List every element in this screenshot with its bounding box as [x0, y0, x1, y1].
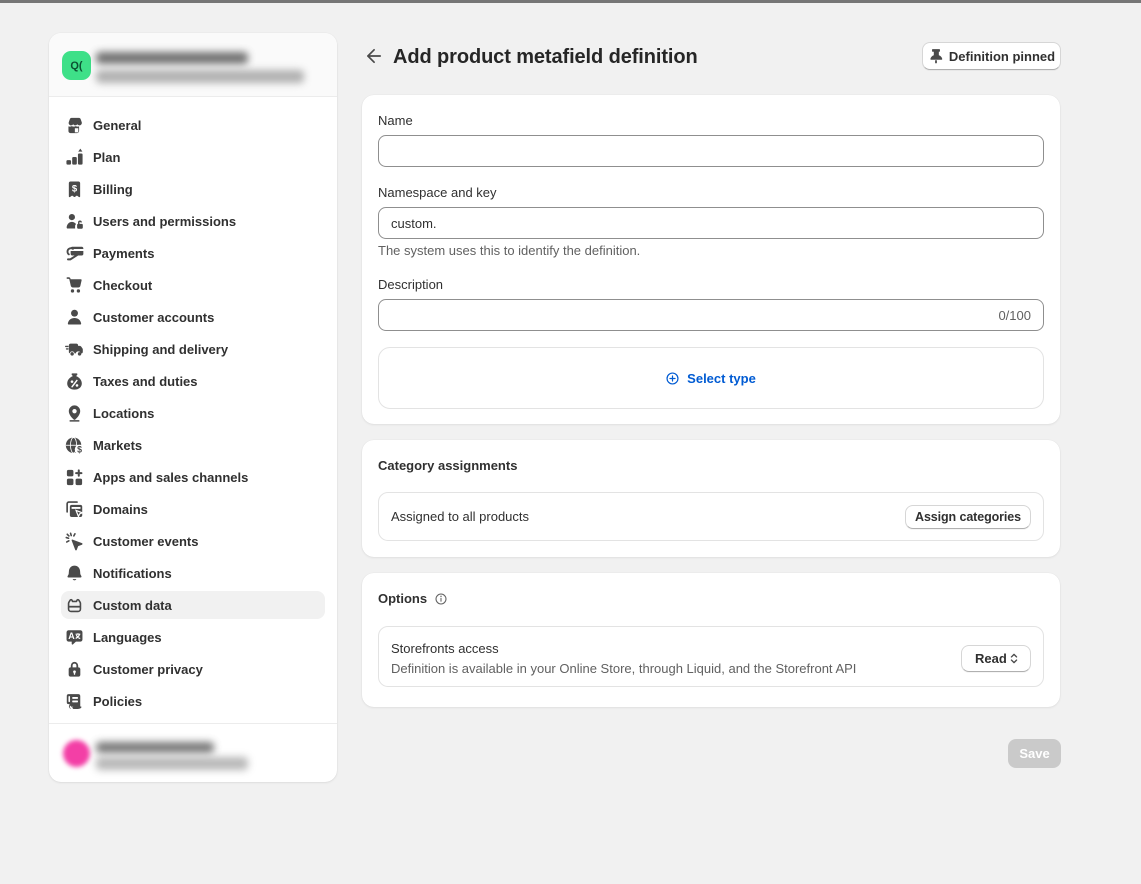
svg-text:$: $ — [71, 183, 77, 194]
svg-text:A: A — [68, 631, 75, 641]
svg-text:$: $ — [77, 444, 82, 454]
